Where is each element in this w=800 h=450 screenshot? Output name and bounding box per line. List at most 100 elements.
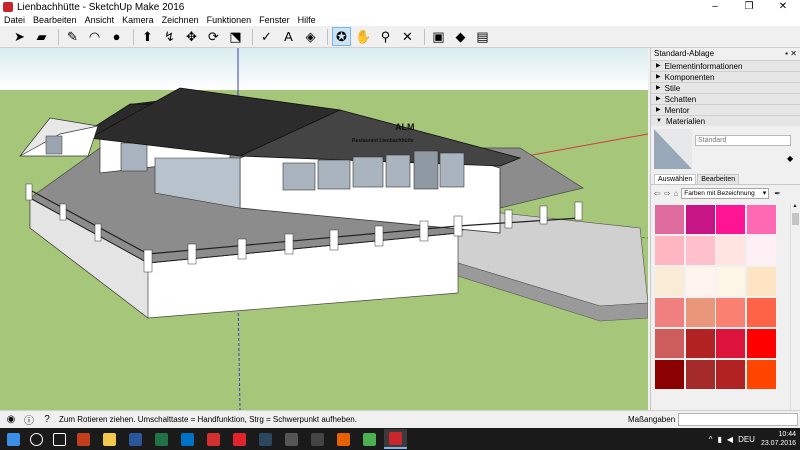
sketchup-icon[interactable] bbox=[384, 429, 407, 449]
menu-ansicht[interactable]: Ansicht bbox=[85, 15, 115, 25]
outlook-icon[interactable] bbox=[176, 429, 199, 449]
home-icon[interactable]: ⌂ bbox=[673, 189, 678, 198]
powerpoint-icon[interactable] bbox=[72, 429, 95, 449]
tray-chevron-icon[interactable]: ^ bbox=[709, 435, 713, 444]
menu-hilfe[interactable]: Hilfe bbox=[298, 15, 316, 25]
color-swatch[interactable] bbox=[685, 329, 715, 358]
layout-icon[interactable]: ▤ bbox=[473, 27, 492, 46]
task-view-icon[interactable] bbox=[49, 429, 69, 449]
menu-funktionen[interactable]: Funktionen bbox=[207, 15, 252, 25]
tray-section-0[interactable]: ▶ Elementinformationen bbox=[651, 60, 800, 71]
excel-icon[interactable] bbox=[150, 429, 173, 449]
color-swatch[interactable] bbox=[655, 205, 684, 234]
menu-fenster[interactable]: Fenster bbox=[259, 15, 290, 25]
text-icon[interactable]: A bbox=[279, 27, 298, 46]
chrome-icon[interactable] bbox=[358, 429, 381, 449]
color-swatch[interactable] bbox=[746, 236, 776, 265]
color-swatch[interactable] bbox=[655, 298, 684, 327]
swatch-scrollbar[interactable]: ▲ bbox=[790, 203, 799, 410]
geo-location-icon[interactable]: ◉ bbox=[5, 414, 17, 425]
pencil-icon[interactable]: ✎ bbox=[63, 27, 82, 46]
color-swatch[interactable] bbox=[685, 298, 715, 327]
tray-section-3[interactable]: ▶ Schatten bbox=[651, 93, 800, 104]
network-icon[interactable]: ▮ bbox=[718, 435, 722, 444]
tray-section-2[interactable]: ▶ Stile bbox=[651, 82, 800, 93]
zoom-extents-icon[interactable]: ✕ bbox=[398, 27, 417, 46]
color-swatch[interactable] bbox=[685, 236, 715, 265]
close-tray-icon[interactable]: ✕ bbox=[790, 48, 797, 60]
alienware-icon[interactable] bbox=[306, 429, 329, 449]
sample-paint-icon[interactable]: ✒ bbox=[774, 189, 781, 198]
follow-me-icon[interactable]: ↯ bbox=[160, 27, 179, 46]
color-swatch[interactable] bbox=[716, 298, 745, 327]
tray-section-4[interactable]: ▶ Mentor bbox=[651, 104, 800, 115]
color-swatch[interactable] bbox=[746, 360, 776, 389]
color-swatch[interactable] bbox=[716, 236, 745, 265]
scale-icon[interactable]: ⬔ bbox=[226, 27, 245, 46]
push-pull-icon[interactable]: ⬆ bbox=[138, 27, 157, 46]
minimize-button[interactable]: – bbox=[698, 0, 732, 14]
color-swatch[interactable] bbox=[746, 329, 776, 358]
color-swatch[interactable] bbox=[655, 360, 684, 389]
menu-datei[interactable]: Datei bbox=[4, 15, 25, 25]
rotate-icon[interactable]: ⟳ bbox=[204, 27, 223, 46]
shape-circle-icon[interactable]: ● bbox=[107, 27, 126, 46]
color-swatch[interactable] bbox=[685, 267, 715, 296]
scroll-thumb[interactable] bbox=[792, 213, 799, 225]
color-swatch[interactable] bbox=[685, 360, 715, 389]
pan-icon[interactable]: ✋ bbox=[354, 27, 373, 46]
game-icon[interactable] bbox=[280, 429, 303, 449]
opera-icon[interactable] bbox=[228, 429, 251, 449]
maximize-button[interactable]: ❐ bbox=[732, 0, 766, 14]
collection-select[interactable]: Farben mit Bezeichnung bbox=[681, 187, 770, 199]
color-swatch[interactable] bbox=[746, 298, 776, 327]
color-swatch[interactable] bbox=[716, 205, 745, 234]
create-material-icon[interactable]: ◆ bbox=[787, 154, 797, 163]
color-swatch[interactable] bbox=[716, 267, 745, 296]
color-swatch[interactable] bbox=[746, 267, 776, 296]
menu-bearbeiten[interactable]: Bearbeiten bbox=[33, 15, 77, 25]
color-swatch[interactable] bbox=[655, 329, 684, 358]
material-name-field[interactable]: Standard bbox=[695, 135, 791, 146]
search-icon[interactable] bbox=[26, 429, 46, 449]
language-indicator[interactable]: DEU bbox=[738, 435, 755, 444]
color-swatch[interactable] bbox=[655, 236, 684, 265]
tray-section-5[interactable]: ▼ Materialien bbox=[651, 115, 800, 126]
close-button[interactable]: ✕ bbox=[766, 0, 800, 14]
arrow-right-icon[interactable]: ⇨ bbox=[664, 189, 671, 198]
color-swatch[interactable] bbox=[716, 360, 745, 389]
tab-edit[interactable]: Bearbeiten bbox=[697, 174, 740, 184]
select-arrow-icon[interactable]: ➤ bbox=[10, 27, 29, 46]
tab-select[interactable]: Auswählen bbox=[654, 174, 697, 184]
credits-icon[interactable]: ⓘ bbox=[23, 412, 35, 427]
color-swatch[interactable] bbox=[716, 329, 745, 358]
scroll-up-icon[interactable]: ▲ bbox=[791, 203, 799, 209]
clock[interactable]: 10:44 23.07.2016 bbox=[761, 430, 796, 448]
word-icon[interactable] bbox=[124, 429, 147, 449]
tape-measure-icon[interactable]: ✓ bbox=[257, 27, 276, 46]
move-icon[interactable]: ✥ bbox=[182, 27, 201, 46]
model-viewport[interactable]: ALM Restaurant Lienbachhütte bbox=[0, 48, 648, 410]
color-swatch[interactable] bbox=[685, 205, 715, 234]
eraser-icon[interactable]: ▰ bbox=[32, 27, 51, 46]
menu-zeichnen[interactable]: Zeichnen bbox=[162, 15, 199, 25]
arrow-left-icon[interactable]: ⇦ bbox=[654, 189, 661, 198]
tray-section-1[interactable]: ▶ Komponenten bbox=[651, 71, 800, 82]
windows-start-icon[interactable] bbox=[3, 429, 23, 449]
info-icon[interactable]: ? bbox=[41, 414, 53, 425]
volume-icon[interactable]: ◀ bbox=[727, 435, 733, 444]
color-swatch[interactable] bbox=[655, 267, 684, 296]
menu-kamera[interactable]: Kamera bbox=[122, 15, 154, 25]
measurements-field[interactable] bbox=[678, 413, 798, 426]
orbit-icon[interactable]: ✪ bbox=[332, 27, 351, 46]
steam-icon[interactable] bbox=[254, 429, 277, 449]
model-canvas[interactable]: ALM Restaurant Lienbachhütte bbox=[0, 48, 648, 410]
pin-icon[interactable]: ▪ bbox=[785, 48, 788, 60]
extension-icon[interactable]: ◆ bbox=[451, 27, 470, 46]
acrobat-icon[interactable] bbox=[202, 429, 225, 449]
warehouse-icon[interactable]: ▣ bbox=[429, 27, 448, 46]
color-swatch[interactable] bbox=[746, 205, 776, 234]
explorer-icon[interactable] bbox=[98, 429, 121, 449]
paint-bucket-icon[interactable]: ◈ bbox=[301, 27, 320, 46]
zoom-icon[interactable]: ⚲ bbox=[376, 27, 395, 46]
